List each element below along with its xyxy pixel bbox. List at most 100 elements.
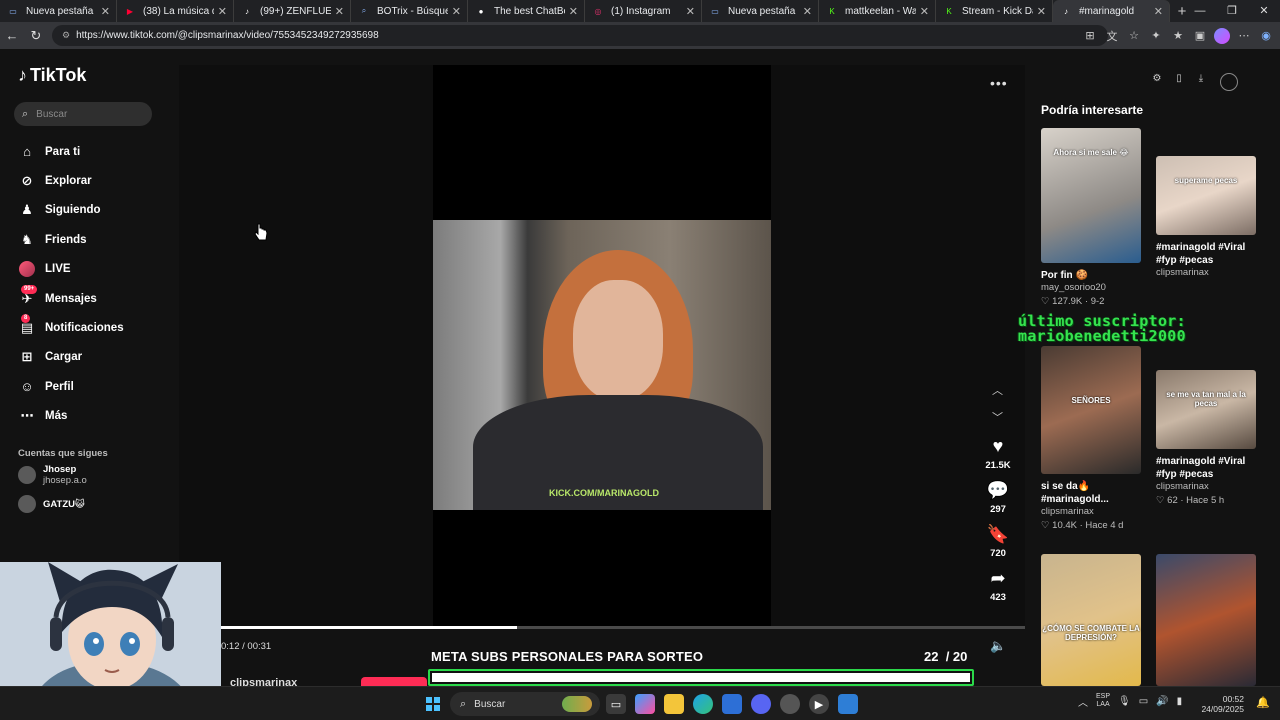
more-icon: ⋯: [20, 408, 34, 424]
share-action[interactable]: ➦ 423: [978, 568, 1018, 603]
browser-tab[interactable]: ◎ (1) Instagram ✕: [585, 0, 702, 22]
browser-tab[interactable]: ● The best ChatBot a ✕: [468, 0, 585, 22]
browser-tab[interactable]: Kmattkeelan - Watch ✕: [819, 0, 936, 22]
maximize-button[interactable]: ❐: [1216, 0, 1248, 22]
more-options-icon[interactable]: •••: [990, 75, 1008, 91]
sidebar-item-mensajes[interactable]: ✈ 99+ Mensajes: [18, 284, 168, 313]
sidebar-item-label: Friends: [45, 233, 87, 246]
chevron-up-icon[interactable]: ︿: [992, 382, 1003, 398]
close-tab-icon[interactable]: ✕: [569, 5, 578, 18]
close-tab-icon[interactable]: ✕: [1037, 5, 1046, 18]
close-tab-icon[interactable]: ✕: [920, 5, 929, 18]
bookmark-action[interactable]: 🔖 720: [978, 524, 1018, 559]
recommendation-thumbnail[interactable]: se me va tan mal a la pecas: [1156, 370, 1256, 449]
sidebar-item-notificaciones[interactable]: ▤ 8 Notificaciones: [18, 313, 168, 342]
recommendation-caption[interactable]: si se da🔥: [1041, 480, 1156, 493]
settings-icon[interactable]: ⚙: [1150, 73, 1164, 91]
sidebar-item-live[interactable]: LIVE: [18, 255, 168, 284]
close-tab-icon[interactable]: ✕: [686, 5, 695, 18]
install-app-icon[interactable]: ⊞: [1082, 29, 1098, 42]
copilot-app-icon[interactable]: [635, 694, 655, 714]
close-window-button[interactable]: ✕: [1248, 0, 1280, 22]
profile-avatar[interactable]: [1214, 27, 1230, 44]
close-tab-icon[interactable]: ✕: [218, 5, 227, 18]
network-icon[interactable]: ▭: [1139, 696, 1148, 707]
browser-tab[interactable]: ⌕ BOTrix - Búsqueda ✕: [351, 0, 468, 22]
close-tab-icon[interactable]: ✕: [1154, 5, 1163, 18]
close-tab-icon[interactable]: ✕: [803, 5, 812, 18]
sidebar-item-más[interactable]: ⋯ Más: [18, 402, 168, 431]
sidebar-item-perfil[interactable]: ☺ Perfil: [18, 372, 168, 401]
chevron-down-icon[interactable]: ﹀: [992, 409, 1003, 425]
recommendation-user: clipsmarinax: [1156, 481, 1209, 492]
menu-dots-icon[interactable]: ⋯: [1236, 29, 1252, 42]
browser-tab[interactable]: ▭ Nueva pestaña ✕: [702, 0, 819, 22]
recommendation-caption-2[interactable]: #marinagold...: [1041, 493, 1156, 506]
recommendation-thumbnail[interactable]: superame pecas: [1156, 156, 1256, 235]
sidebar-item-para-ti[interactable]: ⌂ Para ti: [18, 137, 168, 166]
bookmark-star-icon[interactable]: ☆: [1126, 29, 1142, 42]
browser-tab[interactable]: K Stream - Kick Dashb ✕: [936, 0, 1053, 22]
show-hidden-icons-icon[interactable]: ︿: [1078, 694, 1088, 709]
minimize-button[interactable]: —: [1184, 0, 1216, 22]
recommendation-thumbnail[interactable]: [1156, 554, 1256, 686]
store-icon[interactable]: [722, 694, 742, 714]
reload-button[interactable]: ↻: [24, 28, 48, 44]
comment-action[interactable]: 💬 297: [978, 480, 1018, 515]
volume-tray-icon[interactable]: 🔊: [1156, 696, 1168, 707]
sidebar-item-cargar[interactable]: ⊞ Cargar: [18, 343, 168, 372]
extensions-icon[interactable]: ✦: [1148, 29, 1164, 42]
following-account[interactable]: GATZU😺: [18, 495, 85, 513]
close-tab-icon[interactable]: ✕: [452, 5, 461, 18]
recommendation-thumbnail[interactable]: SEÑORES: [1041, 346, 1141, 474]
close-tab-icon[interactable]: ✕: [335, 5, 344, 18]
browser-tab[interactable]: ♪ #marinagold ✕: [1053, 0, 1170, 22]
recommendation-caption-2[interactable]: #fyp #pecas: [1156, 468, 1271, 481]
site-info-icon[interactable]: ⚙: [62, 30, 70, 41]
back-button[interactable]: ←: [0, 28, 24, 43]
recommendation-caption[interactable]: Por fin 🍪: [1041, 269, 1156, 282]
battery-icon[interactable]: ▮: [1177, 696, 1183, 707]
phone-icon[interactable]: ▯: [1172, 73, 1186, 91]
discord-icon[interactable]: [751, 694, 771, 714]
sidebar-item-explorar[interactable]: ⊘ Explorar: [18, 166, 168, 195]
start-button[interactable]: [426, 697, 440, 711]
heart-action[interactable]: ♥ 21.5K: [978, 436, 1018, 471]
settings-app-icon[interactable]: [780, 694, 800, 714]
recommendation-caption[interactable]: #marinagold #Viral: [1156, 241, 1271, 254]
browser-tab[interactable]: ▶ (38) La música de la ✕: [117, 0, 234, 22]
video-progress-bar[interactable]: [221, 626, 1025, 629]
close-ring-icon[interactable]: [1220, 73, 1238, 91]
recommendation-caption[interactable]: #marinagold #Viral: [1156, 455, 1271, 468]
address-bar[interactable]: ⚙ https://www.tiktok.com/@clipsmarinax/v…: [52, 25, 1108, 46]
input-language[interactable]: ESP LAA: [1096, 693, 1110, 709]
translate-icon[interactable]: 文: [1104, 28, 1120, 44]
video-player[interactable]: KICK.COM/MARINAGOLD: [433, 220, 771, 510]
sidebar-item-siguiendo[interactable]: ♟ Siguiendo: [18, 196, 168, 225]
tiktok-logo[interactable]: ♪ TikTok: [18, 65, 86, 86]
microphone-icon[interactable]: 🎙: [1118, 696, 1131, 707]
media-player-icon[interactable]: ▶: [809, 694, 829, 714]
collections-icon[interactable]: ▣: [1192, 29, 1208, 42]
download-icon[interactable]: ⤓: [1194, 73, 1208, 91]
edge-icon[interactable]: [693, 694, 713, 714]
taskbar-search[interactable]: ⌕ Buscar: [450, 692, 600, 716]
browser-tab[interactable]: ▭ Nueva pestaña ✕: [0, 0, 117, 22]
search-input[interactable]: ⌕ Buscar: [14, 102, 152, 126]
browser-tab[interactable]: ♪ (99+) ZENFLUENCER ✕: [234, 0, 351, 22]
sidebar-item-friends[interactable]: ♞ Friends: [18, 225, 168, 254]
follow-button[interactable]: [361, 677, 427, 686]
notification-bell-icon[interactable]: 🔔: [1256, 696, 1270, 709]
recommendation-thumbnail[interactable]: Ahora si me sale 😂: [1041, 128, 1141, 263]
taskbar-clock[interactable]: 00:52 24/09/2025: [1201, 694, 1244, 714]
recommendation-thumbnail[interactable]: ¿CÓMO SE COMBATE LA DEPRESIÓN?: [1041, 554, 1141, 686]
volume-icon[interactable]: 🔈: [990, 638, 1006, 654]
copilot-icon[interactable]: ◉: [1258, 29, 1274, 42]
paint-icon[interactable]: [838, 694, 858, 714]
close-tab-icon[interactable]: ✕: [101, 5, 110, 18]
recommendation-caption-2[interactable]: #fyp #pecas: [1156, 254, 1271, 267]
task-view-icon[interactable]: ▭: [606, 694, 626, 714]
favorites-icon[interactable]: ★: [1170, 29, 1186, 42]
file-explorer-icon[interactable]: [664, 694, 684, 714]
following-account[interactable]: Jhosep jhosep.a.o: [18, 464, 87, 486]
